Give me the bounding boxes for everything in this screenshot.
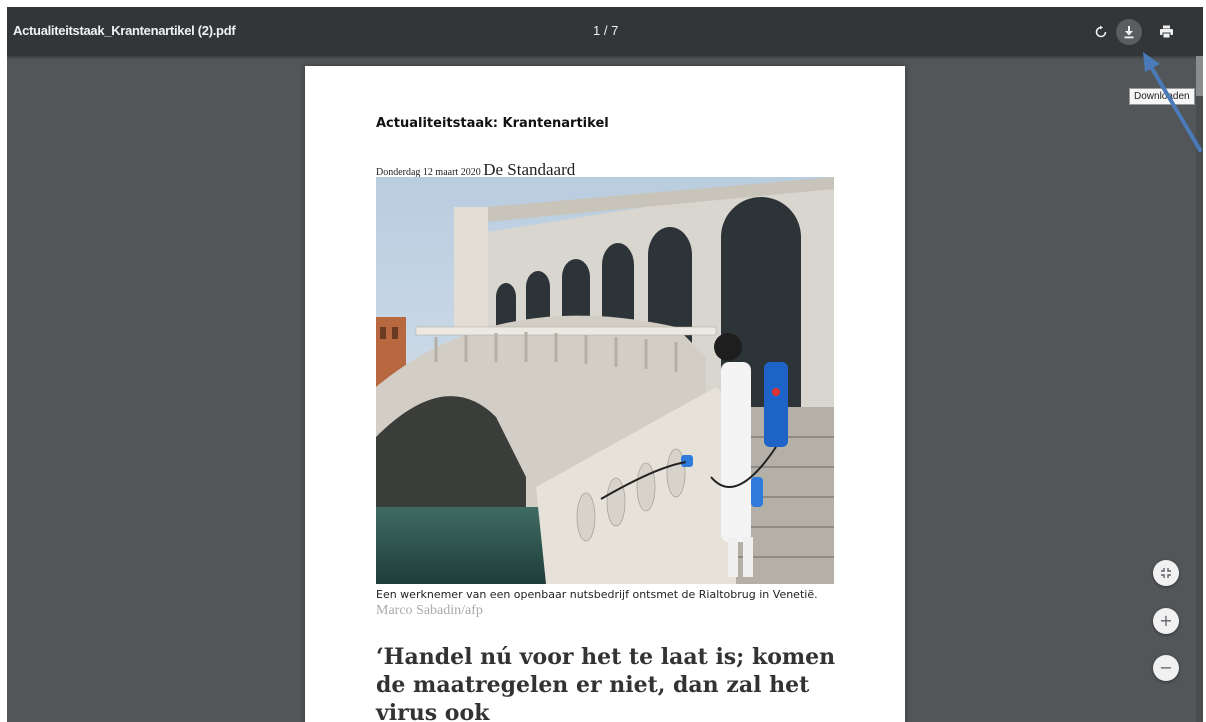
document-title: Actualiteitstaak_Krantenartikel (2).pdf [13, 23, 236, 38]
zoom-in-button[interactable]: + [1153, 608, 1179, 634]
pdf-page: Actualiteitstaak: Krantenartikel Donderd… [305, 66, 905, 722]
page-indicator: 1 / 7 [593, 23, 619, 38]
download-icon [1124, 26, 1134, 39]
download-tooltip: Downloaden [1129, 88, 1195, 105]
fit-to-page-icon [1161, 568, 1171, 578]
rotate-button[interactable] [1088, 19, 1114, 45]
article-photo [376, 177, 834, 584]
zoom-out-label: − [1159, 658, 1173, 677]
zoom-in-label: + [1159, 611, 1173, 630]
vertical-scrollbar[interactable] [1196, 56, 1203, 722]
print-icon [1159, 25, 1173, 39]
page-heading: Actualiteitstaak: Krantenartikel [376, 116, 609, 131]
photo-credit: Marco Sabadin/afp [376, 603, 483, 618]
zoom-out-button[interactable]: − [1153, 655, 1179, 681]
pdf-toolbar: Actualiteitstaak_Krantenartikel (2).pdf … [7, 7, 1203, 56]
article-headline: ‘Handel nú voor het te laat is; komen de… [376, 644, 836, 722]
pdf-viewer: Actualiteitstaak_Krantenartikel (2).pdf … [7, 7, 1203, 722]
fit-to-page-button[interactable] [1153, 560, 1179, 586]
scrollbar-thumb[interactable] [1196, 56, 1203, 96]
print-button[interactable] [1153, 19, 1179, 45]
download-button[interactable] [1116, 19, 1142, 45]
rotate-icon [1095, 25, 1107, 38]
photo-caption: Een werknemer van een openbaar nutsbedri… [376, 587, 846, 619]
caption-text: Een werknemer van een openbaar nutsbedri… [376, 588, 818, 601]
rialto-bridge-photo [376, 177, 834, 584]
